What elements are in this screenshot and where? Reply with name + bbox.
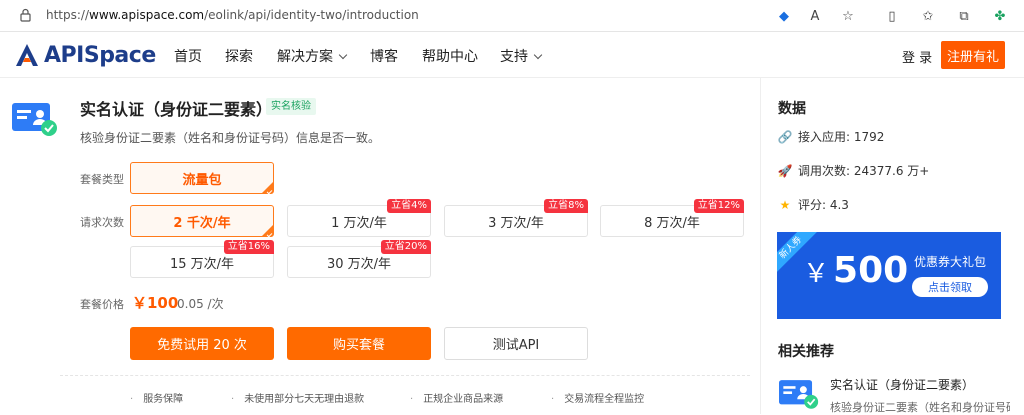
claim-coupon-button[interactable]: 点击领取 — [912, 277, 988, 297]
login-link[interactable]: 登 录 — [902, 47, 932, 66]
related-item-title[interactable]: 实名认证（身份证二要素） — [830, 376, 974, 393]
stat-apps: 🔗 接入应用: 1792 — [777, 129, 885, 145]
price-label: 套餐价格 — [80, 298, 124, 311]
lock-icon — [20, 8, 31, 22]
request-count-label: 请求次数 — [80, 216, 124, 229]
favorite-star-icon[interactable]: ☆ — [838, 6, 858, 26]
category-tag[interactable]: 实名核验 — [266, 98, 316, 115]
chevron-down-icon — [533, 50, 543, 60]
tag-icon[interactable]: ◆ — [774, 6, 794, 26]
id-card-icon — [12, 103, 57, 136]
related-item-description: 核验身份证二要素（姓名和身份证号码）信息是否一致。 — [830, 401, 1010, 414]
stat-calls: 🚀 调用次数: 24377.6 万+ — [777, 163, 930, 179]
read-aloud-icon[interactable]: A — [805, 6, 825, 26]
split-screen-icon[interactable]: ▯ — [882, 6, 902, 26]
link-icon: 🔗 — [777, 129, 793, 144]
discount-badge: 立省4% — [387, 199, 431, 213]
test-api-button[interactable]: 测试API — [444, 327, 588, 360]
collections-icon[interactable]: ⧉ — [954, 6, 974, 26]
buy-package-button[interactable]: 购买套餐 — [287, 327, 431, 360]
request-option-2k[interactable]: 2 千次/年 — [130, 205, 274, 238]
rocket-icon: 🚀 — [777, 163, 793, 178]
star-icon: ★ — [779, 197, 791, 212]
data-section-title: 数据 — [778, 101, 806, 117]
product-title: 实名认证（身份证二要素） — [80, 100, 273, 119]
id-card-icon — [779, 380, 819, 409]
nav-help-center[interactable]: 帮助中心 — [422, 46, 478, 66]
package-type-label: 套餐类型 — [80, 173, 124, 186]
guarantee-item: 交易流程全程监控 — [551, 390, 644, 405]
request-option-80k[interactable]: 8 万次/年 立省12% — [600, 199, 744, 237]
free-trial-button[interactable]: 免费试用 20 次 — [130, 327, 274, 360]
related-section-title: 相关推荐 — [778, 344, 834, 360]
nav-home[interactable]: 首页 — [174, 46, 202, 66]
guarantee-item: 未使用部分七天无理由退款 — [231, 390, 364, 405]
unit-price: 0.05 /次 — [177, 297, 224, 311]
logo-icon — [16, 44, 38, 66]
coupon-banner[interactable]: 新人券 ￥ 500 优惠券大礼包 点击领取 — [777, 232, 1001, 319]
site-header: APISpace 首页 探索 解决方案 博客 帮助中心 支持 登 录 注册有礼 — [0, 32, 1024, 78]
package-option-traffic[interactable]: 流量包 — [130, 162, 274, 195]
discount-badge: 立省12% — [693, 199, 744, 213]
package-price: ￥100 — [132, 294, 179, 312]
request-option-10k[interactable]: 1 万次/年 立省4% — [287, 199, 431, 237]
extension-icon[interactable]: ✤ — [990, 6, 1010, 26]
register-button[interactable]: 注册有礼 — [941, 41, 1005, 69]
browser-address-bar: https://www.apispace.com/eolink/api/iden… — [0, 0, 1024, 32]
discount-badge: 立省8% — [544, 199, 588, 213]
guarantee-item: 服务保障 — [130, 390, 183, 405]
stat-rating: ★ 评分: 4.3 — [779, 197, 849, 213]
apispace-logo[interactable]: APISpace — [14, 41, 156, 69]
request-option-30k[interactable]: 3 万次/年 立省8% — [444, 199, 588, 237]
nav-blog[interactable]: 博客 — [370, 46, 398, 66]
guarantee-item: 正规企业商品来源 — [410, 390, 503, 405]
favorites-icon[interactable]: ✩ — [918, 6, 938, 26]
discount-badge: 立省20% — [380, 240, 431, 254]
chevron-down-icon — [338, 50, 348, 60]
url-field[interactable]: https://www.apispace.com/eolink/api/iden… — [46, 8, 419, 22]
request-option-300k[interactable]: 30 万次/年 立省20% — [287, 240, 431, 278]
discount-badge: 立省16% — [223, 240, 274, 254]
request-option-150k[interactable]: 15 万次/年 立省16% — [130, 240, 274, 278]
nav-support[interactable]: 支持 — [500, 46, 543, 66]
product-description: 核验身份证二要素（姓名和身份证号码）信息是否一致。 — [80, 131, 381, 145]
coupon-name: 优惠券大礼包 — [914, 255, 987, 269]
nav-solutions[interactable]: 解决方案 — [277, 46, 348, 66]
coupon-amount: ￥ 500 — [803, 250, 909, 291]
nav-explore[interactable]: 探索 — [225, 46, 253, 66]
divider — [60, 375, 750, 376]
